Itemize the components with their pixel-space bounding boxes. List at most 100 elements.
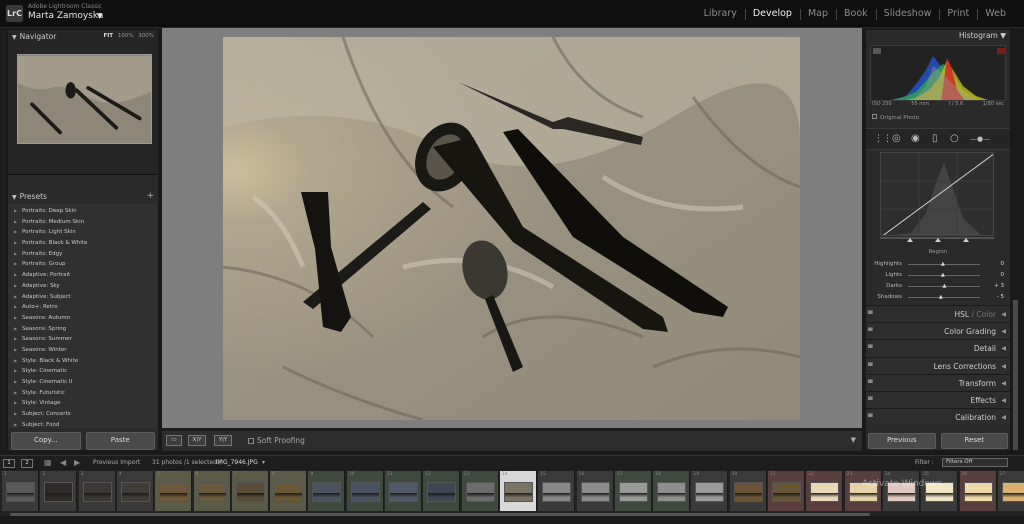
panel-switch-icon[interactable]: ▀ xyxy=(868,409,873,426)
slider-value[interactable]: + 3 xyxy=(994,281,1004,291)
module-develop[interactable]: Develop xyxy=(744,8,800,20)
section-subname[interactable]: Color xyxy=(976,310,996,319)
filmstrip-thumbnail[interactable]: 6 xyxy=(193,471,231,511)
thumbnail-image[interactable] xyxy=(542,482,572,502)
filmstrip-thumbnail[interactable]: 26 xyxy=(959,471,997,511)
thumbnail-image[interactable] xyxy=(1001,482,1024,502)
section-hsl[interactable]: ▀ HSL / Color ◀ xyxy=(866,305,1010,323)
soft-proofing-toggle[interactable]: Soft Proofing xyxy=(248,436,305,445)
checkbox-icon[interactable] xyxy=(872,114,877,119)
masking-icon[interactable]: ▯ xyxy=(932,134,938,144)
presets-header[interactable]: ▼ Presets + xyxy=(8,190,158,203)
module-library[interactable]: Library xyxy=(696,8,745,19)
expand-triangle-icon[interactable]: ◀ xyxy=(1001,358,1006,375)
slider-lights[interactable]: Lights ▲ 0 xyxy=(866,270,1010,280)
filmstrip-thumbnail[interactable]: 9 xyxy=(308,471,346,511)
slider-thumb-icon[interactable]: ▲ xyxy=(941,261,945,267)
section-calibration[interactable]: ▀ Calibration ◀ xyxy=(866,408,1010,426)
preset-folder[interactable]: Adaptive: Sky xyxy=(8,281,158,292)
slider-highlights[interactable]: Highlights ▲ 0 xyxy=(866,259,1010,269)
preset-folder[interactable]: Adaptive: Portrait xyxy=(8,270,158,281)
second-window-button[interactable]: 2 xyxy=(21,459,33,468)
thumbnail-image[interactable] xyxy=(618,482,648,502)
image-canvas[interactable] xyxy=(162,28,862,428)
user-name[interactable]: Marta Zamoyska xyxy=(28,11,103,21)
filmstrip-thumbnail[interactable]: 18 xyxy=(653,471,691,511)
radial-filter-icon[interactable]: ○ xyxy=(950,134,959,144)
filmstrip-thumbnail[interactable]: 16 xyxy=(576,471,614,511)
tone-curve-graph[interactable] xyxy=(880,152,994,236)
thumbnail-image[interactable] xyxy=(810,482,840,502)
filmstrip-thumbnail[interactable]: 21 xyxy=(768,471,805,511)
preset-folder[interactable]: Seasons: Spring xyxy=(8,324,158,335)
panel-switch-icon[interactable]: ▀ xyxy=(868,323,873,340)
tone-curve-split-points[interactable] xyxy=(880,237,994,243)
right-panel-scrollbar[interactable] xyxy=(1013,300,1018,450)
thumbnail-image[interactable] xyxy=(733,482,763,502)
filmstrip-thumbnail[interactable]: 24 xyxy=(882,471,920,511)
module-slideshow[interactable]: Slideshow xyxy=(875,8,940,20)
module-book[interactable]: Book xyxy=(836,8,876,20)
panel-switch-icon[interactable]: ▀ xyxy=(868,306,873,323)
preset-folder[interactable]: Seasons: Winter xyxy=(8,345,158,356)
slider-thumb-icon[interactable]: ▲ xyxy=(942,283,946,289)
panel-switch-icon[interactable]: ▀ xyxy=(868,392,873,409)
collapse-triangle-icon[interactable]: ▼ xyxy=(12,34,17,41)
section-color-grading[interactable]: ▀ Color Grading ◀ xyxy=(866,322,1010,340)
user-menu-caret-icon[interactable]: ▼ xyxy=(97,12,102,20)
thumbnail-image[interactable] xyxy=(6,482,35,502)
slider-shadows[interactable]: Shadows ▲ - 5 xyxy=(866,292,1010,302)
thumbnail-image[interactable] xyxy=(120,482,150,502)
thumbnail-image[interactable] xyxy=(427,482,457,502)
histogram-header[interactable]: Histogram ▼ xyxy=(866,30,1010,42)
expand-triangle-icon[interactable]: ◀ xyxy=(1001,340,1006,357)
panel-switch-icon[interactable]: ▀ xyxy=(868,340,873,357)
filmstrip-thumbnail[interactable]: 8 xyxy=(270,471,308,511)
preset-folder[interactable]: Auto+: Retro xyxy=(8,302,158,313)
slider-track[interactable] xyxy=(908,297,980,298)
preset-folder[interactable]: Seasons: Autumn xyxy=(8,313,158,324)
expand-triangle-icon[interactable]: ◀ xyxy=(1001,392,1006,409)
slider-darks[interactable]: Darks ▲ + 3 xyxy=(866,281,1010,291)
panel-switch-icon[interactable]: ▀ xyxy=(868,375,873,392)
checkbox-icon[interactable] xyxy=(248,437,254,444)
paste-button[interactable]: Paste xyxy=(85,432,155,450)
preset-folder[interactable]: Style: Futuristic xyxy=(8,388,158,399)
original-photo-toggle[interactable]: Original Photo xyxy=(872,114,919,121)
section-effects[interactable]: ▀ Effects ◀ xyxy=(866,390,1010,409)
previous-button[interactable]: Previous xyxy=(868,433,936,449)
grid-icon[interactable]: ▦ xyxy=(44,458,52,467)
navigator-header[interactable]: ▼ Navigator FIT 100% 300% xyxy=(8,30,158,43)
filmstrip-thumbnail[interactable]: 7 xyxy=(231,471,269,511)
crop-icon[interactable]: ⋮⋮ xyxy=(874,134,892,144)
brush-size-slider[interactable]: —●— xyxy=(970,134,990,144)
toolbar-menu-caret-icon[interactable]: ▼ xyxy=(851,436,856,444)
section-lens-corrections[interactable]: ▀ Lens Corrections ◀ xyxy=(866,356,1010,375)
thumbnail-image[interactable] xyxy=(580,482,610,502)
filmstrip-thumbnail[interactable]: 4 xyxy=(116,471,154,511)
preset-folder[interactable]: Portraits: Edgy xyxy=(8,249,158,260)
module-print[interactable]: Print xyxy=(939,8,977,20)
thumbnail-image[interactable] xyxy=(657,482,687,502)
filmstrip-thumbnail[interactable]: 19 xyxy=(691,471,729,511)
filmstrip-source[interactable]: Previous Import xyxy=(93,459,140,466)
section-detail[interactable]: ▀ Detail ◀ xyxy=(866,339,1010,357)
preset-folder[interactable]: Portraits: Medium Skin xyxy=(8,217,158,228)
section-transform[interactable]: ▀ Transform ◀ xyxy=(866,373,1010,392)
collapse-triangle-icon[interactable]: ▼ xyxy=(12,194,17,201)
module-map[interactable]: Map xyxy=(799,8,836,20)
thumbnail-image[interactable] xyxy=(389,482,418,502)
expand-triangle-icon[interactable]: ◀ xyxy=(1001,323,1006,340)
before-after-lr-button[interactable]: X|Y xyxy=(188,435,206,446)
plus-icon[interactable]: + xyxy=(146,190,154,203)
red-eye-icon[interactable]: ◉ xyxy=(911,134,920,144)
slider-thumb-icon[interactable]: ▲ xyxy=(939,294,943,300)
preset-folder[interactable]: Portraits: Group xyxy=(8,259,158,270)
zoom-300[interactable]: 300% xyxy=(138,33,154,39)
navigator-preview[interactable] xyxy=(17,54,152,144)
slider-value[interactable]: - 5 xyxy=(997,292,1004,302)
filmstrip-thumbnail[interactable]: 3 xyxy=(78,471,116,511)
preset-folder[interactable]: Subject: Food xyxy=(8,420,158,428)
forward-arrow-icon[interactable]: ▶ xyxy=(74,458,80,467)
thumbnail-image[interactable] xyxy=(44,482,74,502)
